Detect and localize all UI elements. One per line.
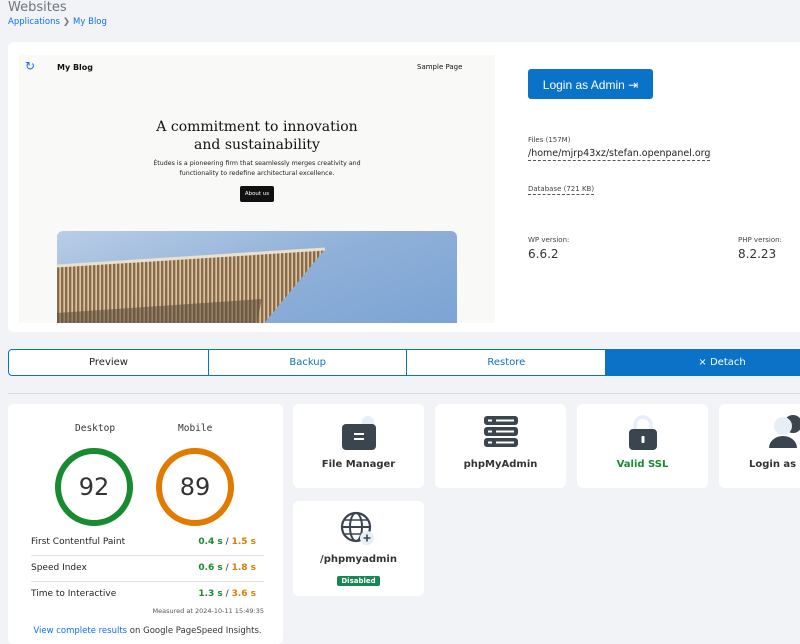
phpmyadmin-path-tile[interactable]: /phpmyadmin Disabled <box>293 501 424 596</box>
login-icon: ⇥ <box>628 78 639 92</box>
file-manager-label: File Manager <box>321 459 396 470</box>
measured-at: Measured at 2024-10-11 15:49:35 <box>152 607 264 615</box>
breadcrumb: Applications ❯ My Blog <box>8 17 107 27</box>
breadcrumb-my-blog[interactable]: My Blog <box>73 17 107 27</box>
pagespeed-link-suffix: on Google PageSpeed Insights. <box>127 626 262 636</box>
metric-desktop: 0.6 s <box>198 563 223 573</box>
metric-desktop: 0.4 s <box>198 537 223 547</box>
mobile-score-gauge: 89 <box>156 448 234 526</box>
wp-version-value: 6.6.2 <box>528 247 559 261</box>
database-link[interactable]: Database (721 KB) <box>528 185 595 195</box>
desktop-label: Desktop <box>75 423 116 434</box>
metric-mobile: 3.6 s <box>231 589 256 599</box>
files-path-link[interactable]: /home/mjrp43xz/stefan.openpanel.org <box>528 148 711 161</box>
metric-mobile: 1.8 s <box>231 563 256 573</box>
metric-row: Time to Interactive 1.3 s / 3.6 s <box>31 589 256 599</box>
building-image-icon <box>57 247 326 323</box>
pagespeed-link-line: View complete results on Google PageSpee… <box>31 626 264 636</box>
metric-name: Speed Index <box>31 563 87 573</box>
metric-mobile: 1.5 s <box>231 537 256 547</box>
metric-row: Speed Index 0.6 s / 1.8 s <box>31 556 264 582</box>
metric-name: Time to Interactive <box>31 589 117 599</box>
tab-restore[interactable]: Restore <box>407 349 607 376</box>
breadcrumb-separator: ❯ <box>62 17 71 27</box>
lock-icon <box>629 415 657 450</box>
metric-row: First Contentful Paint 0.4 s / 1.5 s <box>31 530 264 556</box>
tab-detach[interactable]: × Detach <box>606 349 800 376</box>
tab-preview[interactable]: Preview <box>8 349 210 376</box>
php-version-label: PHP version: <box>738 236 782 244</box>
breadcrumb-applications[interactable]: Applications <box>8 17 60 27</box>
site-preview[interactable]: ↻ My Blog Sample Page A commitment to in… <box>19 55 495 323</box>
preview-site-title: My Blog <box>57 63 94 72</box>
folder-icon <box>342 416 376 450</box>
php-version-value: 8.2.23 <box>738 247 777 261</box>
login-as-admin-label: Login as Admin <box>542 78 625 92</box>
mobile-label: Mobile <box>178 423 213 434</box>
preview-hero-image <box>57 231 457 323</box>
user-icon <box>769 415 800 448</box>
wp-version-label: WP version: <box>528 236 570 244</box>
tab-backup[interactable]: Backup <box>209 349 408 376</box>
phpmyadmin-tile[interactable]: phpMyAdmin <box>435 404 566 488</box>
phpmyadmin-path-label: /phpmyadmin <box>320 554 397 565</box>
hero-title-line-1: A commitment to innovation <box>156 119 358 135</box>
preview-nav-link: Sample Page <box>417 63 463 71</box>
preview-hero-title: A commitment to innovation and sustainab… <box>19 118 495 154</box>
files-label: Files (157M) <box>528 136 571 144</box>
globe-icon <box>340 511 374 545</box>
phpmyadmin-label: phpMyAdmin <box>463 459 538 470</box>
file-manager-tile[interactable]: File Manager <box>293 404 424 488</box>
login-as-admin-button[interactable]: Login as Admin ⇥ <box>528 69 653 99</box>
hero-title-line-2: and sustainability <box>194 137 320 153</box>
view-results-link[interactable]: View complete results <box>33 626 127 636</box>
metric-desktop: 1.3 s <box>198 589 223 599</box>
reload-icon[interactable]: ↻ <box>25 59 35 73</box>
login-admin-tile[interactable]: Login as admin <box>719 404 800 488</box>
page-title: Websites <box>8 0 67 15</box>
site-tabs: Preview Backup Restore × Detach <box>8 349 800 376</box>
metric-name: First Contentful Paint <box>31 537 126 547</box>
login-admin-label: Login as admin <box>749 459 800 470</box>
ssl-status-label: Valid SSL <box>616 459 669 470</box>
section-divider <box>8 393 800 394</box>
database-server-icon <box>484 416 518 447</box>
preview-cta: About us <box>240 186 274 202</box>
preview-hero-text: Études is a pioneering firm that seamles… <box>153 160 361 177</box>
status-badge: Disabled <box>337 576 380 586</box>
desktop-score-gauge: 92 <box>55 448 133 526</box>
ssl-tile[interactable]: Valid SSL <box>577 404 708 488</box>
